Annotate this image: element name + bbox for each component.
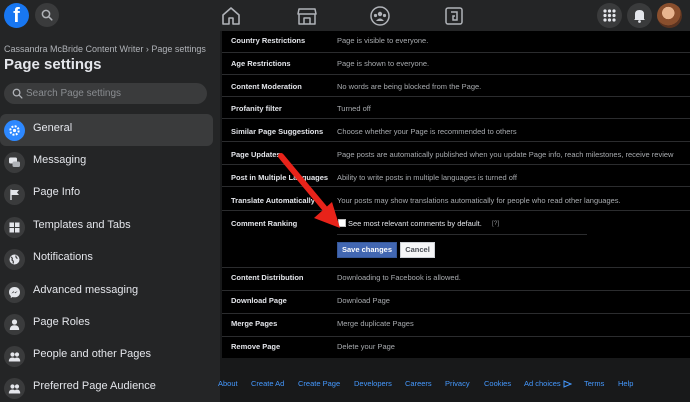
sidebar-item-label: Messaging — [33, 154, 86, 166]
annotation-arrow-icon — [276, 152, 346, 232]
setting-value: Download Page — [337, 296, 390, 305]
sidebar-item-templates-and-tabs[interactable]: Templates and Tabs — [0, 211, 213, 243]
comment-ranking-label[interactable]: See most relevant comments by default. — [348, 219, 482, 228]
sidebar-item-advanced-messaging[interactable]: Advanced messaging — [0, 276, 213, 308]
people-icon — [8, 350, 21, 363]
setting-value: Merge duplicate Pages — [337, 319, 414, 328]
setting-row-merge-pages[interactable]: Merge Pages Merge duplicate Pages — [222, 314, 690, 337]
sidebar-item-label: Preferred Page Audience — [33, 380, 156, 392]
people-icon — [8, 382, 21, 395]
setting-value: Delete your Page — [337, 342, 395, 351]
setting-row-remove-page[interactable]: Remove Page Delete your Page — [222, 337, 690, 358]
menu-grid-icon — [597, 3, 622, 28]
setting-row-content-moderation[interactable]: Content Moderation No words are being bl… — [222, 75, 690, 97]
sidebar-item-notifications[interactable]: Notifications — [0, 243, 213, 275]
setting-label: Age Restrictions — [231, 59, 291, 68]
notifications-button[interactable] — [627, 3, 652, 28]
sidebar-item-page-roles[interactable]: Page Roles — [0, 308, 213, 340]
top-bar: f — [0, 0, 690, 31]
avatar[interactable] — [657, 3, 682, 28]
facebook-logo[interactable]: f — [4, 3, 29, 28]
footer-link-careers[interactable]: Careers — [405, 379, 432, 388]
flag-icon — [8, 188, 21, 201]
notifications-bell-icon — [627, 3, 652, 28]
setting-label: Page Updates — [231, 150, 281, 159]
sidebar-item-label: Templates and Tabs — [33, 219, 131, 231]
setting-label: Content Moderation — [231, 82, 302, 91]
footer-link-privacy[interactable]: Privacy — [445, 379, 470, 388]
search-icon — [41, 9, 53, 21]
sidebar-item-label: Page Info — [33, 186, 80, 198]
gear-icon — [8, 124, 21, 137]
person-icon — [8, 318, 21, 331]
sidebar-item-label: General — [33, 122, 72, 134]
sidebar-item-label: Advanced messaging — [33, 284, 138, 296]
setting-row-content-distribution[interactable]: Content Distribution Downloading to Face… — [222, 268, 690, 291]
setting-label: Merge Pages — [231, 319, 277, 328]
sidebar-item-messaging[interactable]: Messaging — [0, 146, 213, 178]
search-icon — [12, 88, 23, 99]
footer-link-developers[interactable]: Developers — [354, 379, 392, 388]
setting-value: No words are being blocked from the Page… — [337, 82, 481, 91]
marketplace-icon[interactable] — [296, 5, 318, 27]
setting-value: Turned off — [337, 104, 371, 113]
menu-button[interactable] — [597, 3, 622, 28]
cancel-button[interactable]: Cancel — [400, 242, 435, 258]
footer-link-cookies[interactable]: Cookies — [484, 379, 511, 388]
setting-label: Remove Page — [231, 342, 280, 351]
setting-value: Choose whether your Page is recommended … — [337, 127, 517, 136]
footer-link-terms[interactable]: Terms — [584, 379, 604, 388]
sidebar-item-label: People and other Pages — [33, 348, 151, 360]
sidebar-item-general[interactable]: General — [0, 114, 213, 146]
setting-label: Profanity filter — [231, 104, 282, 113]
setting-row-age-restrictions[interactable]: Age Restrictions Page is shown to everyo… — [222, 53, 690, 75]
setting-value: Downloading to Facebook is allowed. — [337, 273, 461, 282]
setting-row-country-restrictions[interactable]: Country Restrictions Page is visible to … — [222, 31, 690, 53]
setting-value: Your posts may show translations automat… — [337, 196, 621, 205]
setting-row-profanity-filter[interactable]: Profanity filter Turned off — [222, 97, 690, 119]
sidebar-item-people-and-other-pages[interactable]: People and other Pages — [0, 340, 213, 372]
setting-label: Country Restrictions — [231, 36, 305, 45]
footer-link-about[interactable]: About — [218, 379, 238, 388]
help-link[interactable]: [?] — [492, 220, 499, 227]
search-settings-box[interactable] — [4, 83, 207, 104]
setting-value: Page is visible to everyone. — [337, 36, 428, 45]
footer-link-ad-choices[interactable]: Ad choices — [524, 379, 561, 388]
divider — [337, 234, 587, 235]
setting-label: Download Page — [231, 296, 287, 305]
setting-row-download-page[interactable]: Download Page Download Page — [222, 291, 690, 314]
ad-choices-icon — [563, 380, 572, 388]
sidebar-item-label: Page Roles — [33, 316, 90, 328]
groups-icon[interactable] — [369, 5, 391, 27]
setting-value: Page is shown to everyone. — [337, 59, 429, 68]
grid-icon — [8, 221, 21, 234]
setting-label: Content Distribution — [231, 273, 304, 282]
home-icon[interactable] — [220, 5, 242, 27]
gaming-icon[interactable] — [443, 5, 465, 27]
chat-bubbles-icon — [8, 156, 21, 169]
messenger-icon — [8, 286, 21, 299]
page-title: Page settings — [4, 56, 102, 73]
search-settings-input[interactable] — [26, 86, 201, 101]
sidebar: Cassandra McBride Content Writer › Page … — [0, 31, 220, 402]
breadcrumb[interactable]: Cassandra McBride Content Writer › Page … — [4, 44, 206, 54]
search-button[interactable] — [35, 3, 59, 27]
footer-link-create-ad[interactable]: Create Ad — [251, 379, 284, 388]
sidebar-item-page-info[interactable]: Page Info — [0, 178, 213, 210]
save-changes-button[interactable]: Save changes — [337, 242, 397, 258]
sidebar-item-preferred-page-audience[interactable]: Preferred Page Audience — [0, 372, 213, 402]
setting-row-similar-page-suggestions[interactable]: Similar Page Suggestions Choose whether … — [222, 119, 690, 142]
footer-link-create-page[interactable]: Create Page — [298, 379, 340, 388]
setting-label: Similar Page Suggestions — [231, 127, 323, 136]
setting-value: Ability to write posts in multiple langu… — [337, 173, 517, 182]
footer-link-help[interactable]: Help — [618, 379, 633, 388]
sidebar-item-label: Notifications — [33, 251, 93, 263]
setting-value: Page posts are automatically published w… — [337, 150, 673, 159]
globe-icon — [8, 253, 21, 266]
footer-links: About Create Ad Create Page Developers C… — [218, 379, 690, 393]
